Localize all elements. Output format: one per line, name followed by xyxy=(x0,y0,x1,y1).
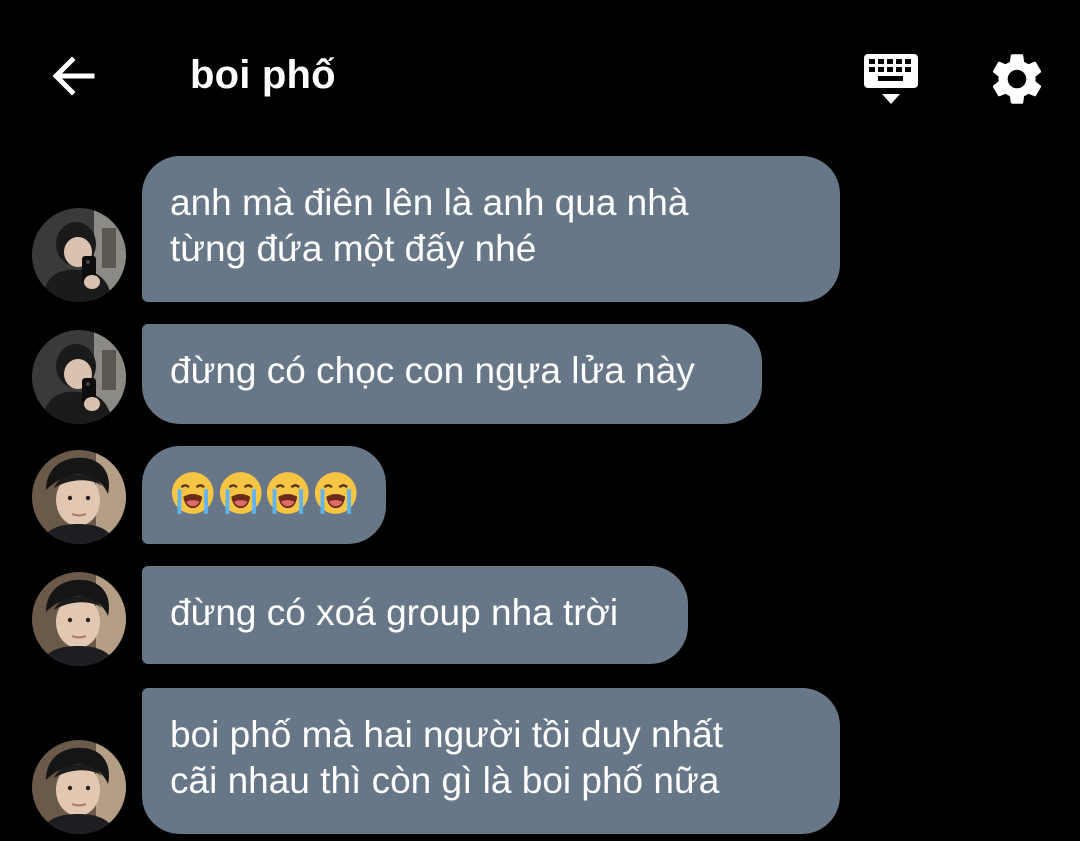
keyboard-button[interactable] xyxy=(860,50,922,108)
sender-avatar-portrait[interactable] xyxy=(32,450,126,544)
sender-avatar-mirror-selfie[interactable] xyxy=(32,330,126,424)
message-text: boi phố mà hai người tồi duy nhất xyxy=(170,714,723,755)
message-text: cãi nhau thì còn gì là boi phố nữa xyxy=(170,760,720,801)
chat-header: boi phố xyxy=(0,0,1080,150)
message-text: anh mà điên lên là anh qua nhà xyxy=(170,182,689,223)
sender-avatar-portrait[interactable] xyxy=(32,740,126,834)
loudly-crying-face-icon xyxy=(219,472,262,514)
message-text: đừng có xoá group nha trời xyxy=(170,592,619,633)
loudly-crying-face-icon xyxy=(314,472,357,514)
chat-title: boi phố xyxy=(190,53,336,97)
sender-avatar-portrait[interactable] xyxy=(32,572,126,666)
message-text: từng đứa một đấy nhé xyxy=(170,228,537,269)
settings-button[interactable] xyxy=(986,48,1048,110)
message-bubble[interactable] xyxy=(142,446,386,544)
back-button[interactable] xyxy=(44,46,104,106)
arrow-left-icon xyxy=(52,56,95,96)
message-bubble[interactable]: anh mà điên lên là anh qua nhà từng đứa … xyxy=(142,156,840,302)
gear-icon xyxy=(992,54,1042,104)
loudly-crying-face-icon xyxy=(171,472,214,514)
sender-avatar-mirror-selfie[interactable] xyxy=(32,208,126,302)
emoji-row xyxy=(170,464,358,516)
loudly-crying-face-icon xyxy=(266,472,309,514)
message-bubble[interactable]: đừng có xoá group nha trời xyxy=(142,566,688,664)
keyboard-icon xyxy=(864,54,918,104)
message-bubble[interactable]: boi phố mà hai người tồi duy nhất cãi nh… xyxy=(142,688,840,834)
message-text: đừng có chọc con ngựa lửa này xyxy=(170,350,695,391)
message-bubble[interactable]: đừng có chọc con ngựa lửa này xyxy=(142,324,762,424)
